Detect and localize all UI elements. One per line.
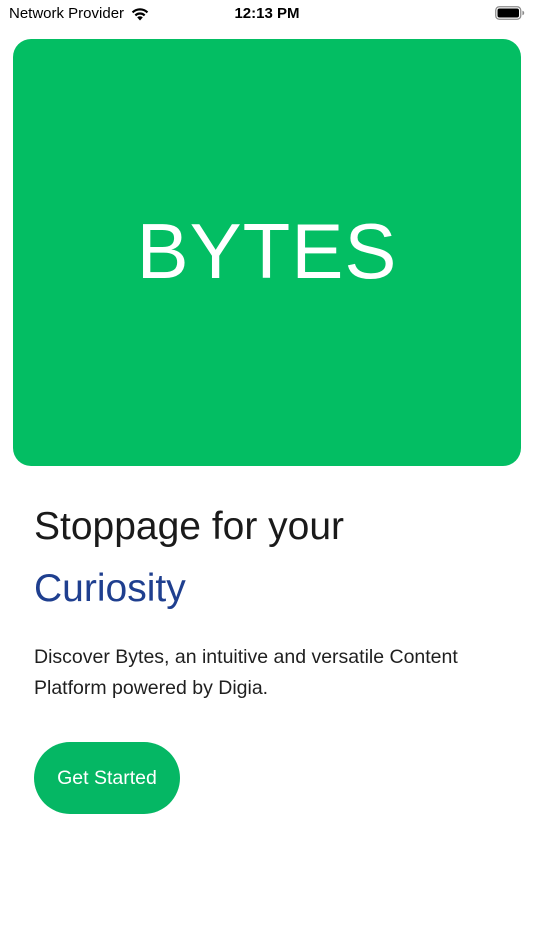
hero-banner: BYTES xyxy=(13,39,521,466)
battery-icon xyxy=(495,6,525,20)
get-started-button[interactable]: Get Started xyxy=(34,742,180,814)
hero-title: BYTES xyxy=(136,207,398,295)
page-subheadline: Curiosity xyxy=(34,567,186,610)
intro-description: Discover Bytes, an intuitive and versati… xyxy=(34,646,458,699)
status-time: 12:13 PM xyxy=(234,5,300,22)
status-bar: Network Provider 12:13 PM xyxy=(0,0,534,28)
page-headline: Stoppage for your xyxy=(34,505,345,548)
